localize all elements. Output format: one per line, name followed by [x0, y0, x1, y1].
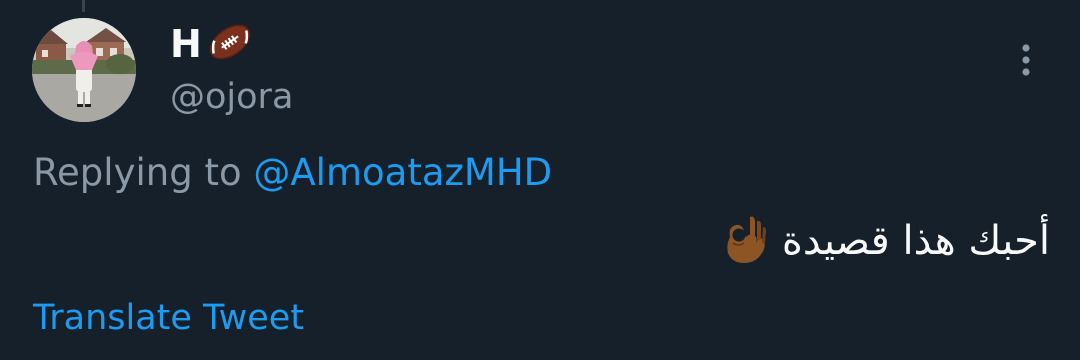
- more-options-button[interactable]: [1006, 38, 1046, 82]
- replying-to-line: Replying to @AlmoatazMHD: [33, 148, 552, 198]
- tweet-body: أحبك هذا قصيدة: [720, 208, 1050, 274]
- translate-tweet-link[interactable]: Translate Tweet: [33, 294, 304, 342]
- display-name[interactable]: H: [170, 18, 202, 70]
- mention-link[interactable]: @AlmoatazMHD: [253, 151, 552, 194]
- american-football-icon: [206, 22, 254, 66]
- tweet-text: أحبك هذا قصيدة: [781, 218, 1050, 264]
- avatar[interactable]: [32, 18, 136, 122]
- thread-line: [82, 0, 85, 12]
- replying-to-prefix: Replying to: [33, 151, 242, 194]
- avatar-photo: [32, 18, 136, 122]
- ok-hand-icon: [720, 213, 770, 269]
- user-handle[interactable]: @ojora: [170, 74, 293, 120]
- more-vertical-icon: [1022, 44, 1030, 76]
- display-name-row[interactable]: H: [170, 18, 254, 70]
- tweet: H @ojora Replying to @AlmoatazMHD أحبك ه…: [0, 0, 1080, 360]
